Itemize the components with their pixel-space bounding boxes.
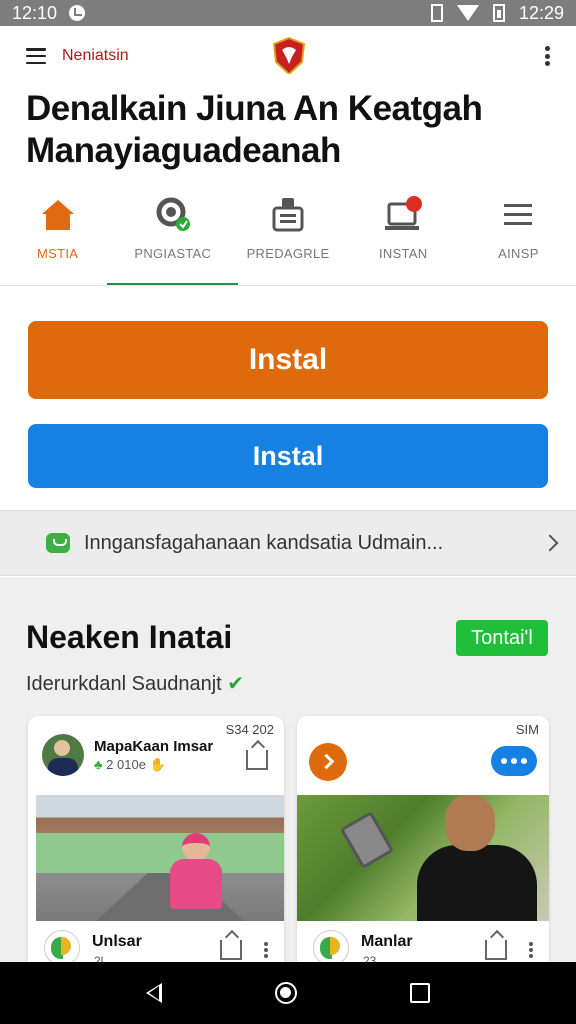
page-title: Denalkain Jiuna An Keatgah Manayiaguadea…	[26, 89, 483, 170]
card-author-name: MapaKaan Imsar	[94, 738, 214, 755]
footer-avatar[interactable]	[44, 930, 80, 966]
home-button-icon[interactable]	[274, 982, 297, 1004]
card-footer-name: Unlsar	[92, 933, 142, 950]
card-footer-name: Manlar	[361, 933, 413, 950]
install-button-secondary[interactable]: Instal	[28, 424, 548, 488]
printer-icon	[272, 198, 304, 232]
wifi-icon	[456, 5, 479, 21]
hamburger-menu-icon[interactable]	[26, 48, 46, 64]
tab-menu[interactable]: AINSP	[461, 190, 576, 285]
hand-icon: ✋	[149, 757, 166, 772]
search-icon	[156, 197, 190, 231]
tab-search[interactable]: PNGIASTAC	[107, 190, 239, 285]
tab-bar: MSTIA PNGIASTAC PREDAGRLE INSTAN AINSP	[0, 190, 576, 286]
overflow-menu-icon[interactable]	[544, 46, 550, 66]
avatar[interactable]	[42, 734, 84, 776]
app-bar: Neniatsin	[0, 26, 576, 86]
share-icon[interactable]	[220, 940, 242, 960]
more-horizontal-icon[interactable]	[491, 746, 537, 776]
section-subtitle-text: Iderurkdanl Saudnanjt	[26, 673, 222, 695]
status-time-right: 12:29	[518, 2, 564, 23]
tab-label: PNGIASTAC	[134, 246, 212, 261]
tab-home[interactable]: MSTIA	[0, 190, 115, 285]
card-photo[interactable]	[297, 795, 549, 921]
card-photo[interactable]	[36, 795, 284, 921]
tab-label: INSTAN	[378, 246, 428, 261]
emblem-logo-icon	[272, 36, 306, 74]
menu-icon	[504, 204, 533, 225]
card-date-text: 2 010e	[106, 757, 146, 772]
brand-name: Neniatsin	[62, 47, 129, 64]
battery-icon	[492, 4, 505, 22]
chevron-right-icon	[541, 534, 559, 552]
recents-icon[interactable]	[409, 983, 430, 1003]
back-icon[interactable]	[146, 983, 163, 1003]
feed-card[interactable]: S34 202 MapaKaan Imsar ♣ 2 010e ✋ Unlsar…	[28, 716, 284, 976]
section-action-button[interactable]: Tontai'l	[456, 620, 548, 656]
card-meta: S34 202	[225, 722, 274, 737]
info-banner[interactable]: Inngansfagahanaan kandsatia Udmain...	[0, 510, 576, 576]
laptop-icon	[385, 196, 423, 230]
chevron-right-circle-icon[interactable]	[309, 743, 347, 781]
sim-icon	[430, 4, 443, 22]
leaf-icon: ♣	[94, 757, 103, 772]
check-icon: ✔	[227, 673, 245, 695]
tab-laptop[interactable]: INSTAN	[346, 190, 461, 285]
more-vert-icon[interactable]	[529, 942, 533, 958]
feed-card[interactable]: SIM Manlar 23...	[297, 716, 549, 976]
footer-avatar[interactable]	[313, 930, 349, 966]
card-date: ♣ 2 010e ✋	[94, 757, 166, 773]
banner-text: Inngansfagahanaan kandsatia Udmain...	[84, 531, 444, 554]
status-bar: 12:10 12:29	[0, 0, 576, 26]
share-icon[interactable]	[246, 750, 268, 770]
home-icon	[41, 200, 74, 230]
more-vert-icon[interactable]	[264, 942, 268, 958]
tab-label: PREDAGRLE	[246, 246, 330, 261]
tab-label: AINSP	[498, 246, 539, 261]
install-button-primary[interactable]: Instal	[28, 321, 548, 399]
notification-icon	[69, 5, 86, 21]
chat-icon	[46, 533, 70, 553]
tab-printer[interactable]: PREDAGRLE	[230, 190, 345, 285]
card-meta: SIM	[515, 722, 539, 737]
section-subtitle: Iderurkdanl Saudnanjt ✔	[26, 671, 244, 696]
status-icons: 12:29	[430, 2, 564, 24]
feed-section: Neaken Inatai Tontai'l Iderurkdanl Saudn…	[0, 577, 576, 976]
status-time-left: 12:10	[12, 2, 58, 23]
share-icon[interactable]	[485, 940, 507, 960]
system-nav-bar	[0, 962, 576, 1024]
section-title: Neaken Inatai	[26, 619, 233, 655]
tab-label: MSTIA	[36, 246, 79, 261]
